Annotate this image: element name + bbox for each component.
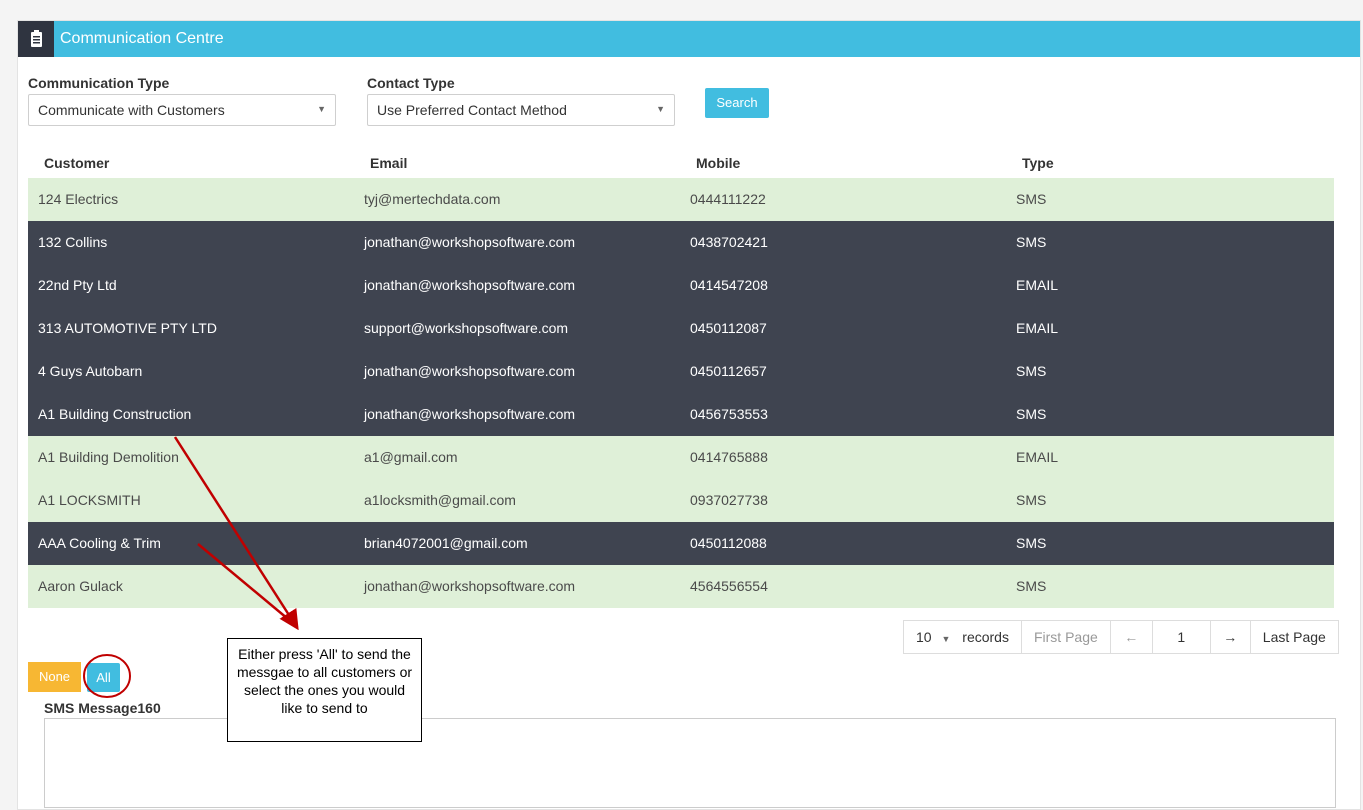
chevron-down-icon: ▼ [317,104,326,114]
cell-customer: A1 Building Demolition [38,449,179,465]
page-title: Communication Centre [60,30,224,47]
select-none-button[interactable]: None [28,662,81,692]
cell-customer: Aaron Gulack [38,578,123,594]
records-label: records [962,629,1009,645]
cell-email: jonathan@workshopsoftware.com [364,234,576,250]
cell-type: SMS [1016,234,1047,250]
cell-email: jonathan@workshopsoftware.com [364,277,576,293]
table-row[interactable]: 124 Electrics tyj@mertechdata.com 04441112… [28,178,1334,221]
cell-mobile: 0456753553 [690,406,768,422]
table-row[interactable]: A1 Building Demolition a1@gmail.com 041476… [28,436,1334,479]
column-header-customer: Customer [44,155,110,171]
page-size-select[interactable]: 10 ▼ records [904,621,1022,653]
search-button[interactable]: Search [705,88,769,118]
cell-mobile: 0438702421 [690,234,768,250]
last-page-button[interactable]: Last Page [1251,621,1338,653]
pagination: 10 ▼ records First Page ← 1 → Last Page [903,620,1339,654]
chevron-down-icon: ▼ [941,634,951,644]
table-row[interactable]: A1 LOCKSMITH a1locksmith@gmail.com 0937027… [28,479,1334,522]
cell-type: SMS [1016,492,1047,508]
current-page[interactable]: 1 [1153,621,1211,653]
cell-customer: 313 AUTOMOTIVE PTY LTD [38,320,217,336]
cell-email: jonathan@workshopsoftware.com [364,578,576,594]
table-row[interactable]: Aaron Gulack jonathan@workshopsoftware.co… [28,565,1334,608]
cell-customer: 124 Electrics [38,191,119,207]
cell-email: support@workshopsoftware.com [364,320,569,336]
communication-type-select[interactable]: Communicate with Customers ▼ [28,94,336,126]
table-row[interactable]: 132 Collins jonathan@workshopsoftware.com… [28,221,1334,264]
cell-mobile: 0414765888 [690,449,768,465]
cell-mobile: 0450112088 [690,535,767,551]
sms-message-label: SMS Message160 [44,700,161,716]
table-row[interactable]: A1 Building Construction jonathan@worksho… [28,393,1334,436]
cell-type: SMS [1016,578,1047,594]
select-all-button[interactable]: All [87,663,120,692]
annotation-callout: Either press 'All' to send the messgae t… [227,638,422,742]
table-row[interactable]: 22nd Pty Ltd jonathan@workshopsoftware.co… [28,264,1334,307]
table-row[interactable]: 313 AUTOMOTIVE PTY LTD support@workshopso… [28,307,1334,350]
cell-type: SMS [1016,191,1047,207]
cell-mobile: 0414547208 [690,277,768,293]
communication-type-label: Communication Type [28,75,170,91]
cell-mobile: 0937027738 [690,492,768,508]
cell-email: brian4072001@gmail.com [364,535,528,551]
cell-type: SMS [1016,535,1047,551]
cell-customer: AAA Cooling & Trim [38,535,161,551]
next-page-button[interactable]: → [1211,621,1251,653]
cell-email: jonathan@workshopsoftware.com [364,363,576,379]
column-header-mobile: Mobile [696,155,741,171]
cell-customer: A1 LOCKSMITH [38,492,141,508]
table-row[interactable]: AAA Cooling & Trim brian4072001@gmail.com… [28,522,1334,565]
cell-type: EMAIL [1016,320,1059,336]
cell-type: EMAIL [1016,277,1059,293]
cell-email: jonathan@workshopsoftware.com [364,406,576,422]
cell-customer: 132 Collins [38,234,108,250]
cell-email: tyj@mertechdata.com [364,191,501,207]
cell-mobile: 4564556554 [690,578,768,594]
cell-mobile: 0450112657 [690,363,767,379]
cell-type: SMS [1016,363,1047,379]
contact-type-select[interactable]: Use Preferred Contact Method ▼ [367,94,675,126]
column-header-email: Email [370,155,408,171]
first-page-button[interactable]: First Page [1022,621,1111,653]
cell-email: a1@gmail.com [364,449,458,465]
cell-mobile: 0450112087 [690,320,767,336]
chevron-down-icon: ▼ [656,104,665,114]
cell-customer: 22nd Pty Ltd [38,277,117,293]
table-row[interactable]: 4 Guys Autobarn jonathan@workshopsoftware… [28,350,1334,393]
cell-type: SMS [1016,406,1047,422]
prev-page-button[interactable]: ← [1111,621,1153,653]
page-size-value: 10 [916,629,932,645]
communication-centre-panel: Communication Centre Communication Type … [17,20,1361,810]
clipboard-icon [18,21,54,57]
cell-email: a1locksmith@gmail.com [364,492,516,508]
contact-type-value: Use Preferred Contact Method [377,102,567,118]
cell-customer: A1 Building Construction [38,406,192,422]
communication-type-value: Communicate with Customers [38,102,225,118]
contact-type-label: Contact Type [367,75,455,91]
cell-mobile: 0444111222 [690,191,766,207]
panel-header: Communication Centre [18,21,1360,57]
column-header-type: Type [1022,155,1054,171]
cell-customer: 4 Guys Autobarn [38,363,143,379]
cell-type: EMAIL [1016,449,1059,465]
